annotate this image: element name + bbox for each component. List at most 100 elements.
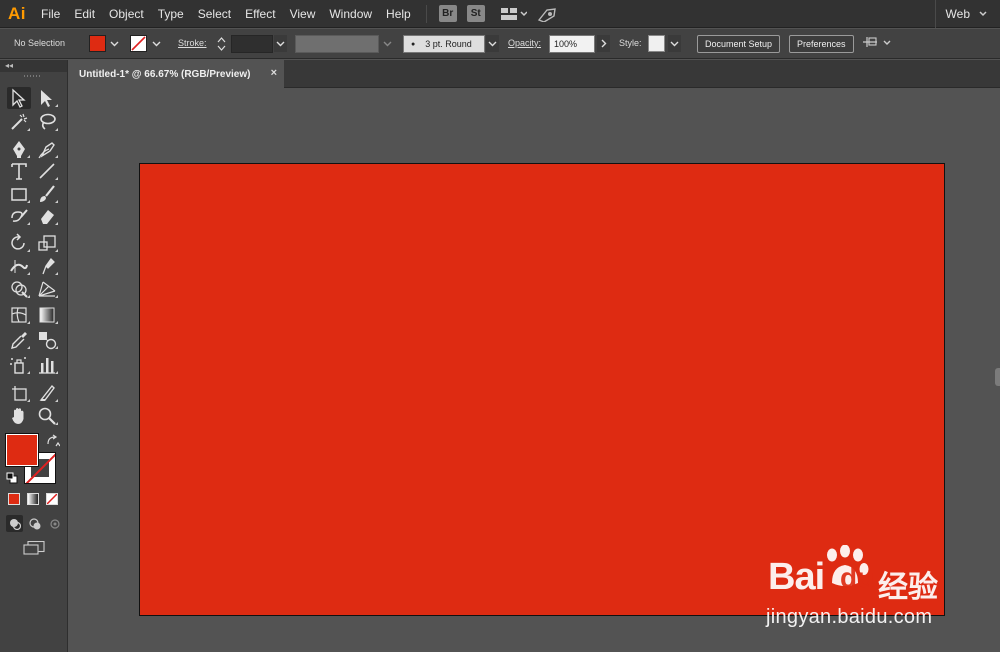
swap-fill-stroke-icon[interactable] (46, 434, 60, 448)
tool-group-indicator (27, 249, 30, 252)
tool-group-indicator (27, 371, 30, 374)
menu-help[interactable]: Help (379, 0, 418, 28)
stroke-weight-dropdown[interactable] (274, 35, 287, 52)
menu-window[interactable]: Window (322, 0, 379, 28)
menu-edit[interactable]: Edit (67, 0, 102, 28)
chevron-down-icon (383, 41, 392, 46)
gradient-mode-button[interactable] (27, 493, 39, 505)
stroke-swatch[interactable] (130, 35, 147, 52)
bridge-button[interactable]: Br (438, 5, 457, 22)
screen-mode-button[interactable] (22, 539, 46, 557)
shape-builder-tool[interactable] (7, 278, 31, 300)
type-tool[interactable] (7, 160, 31, 182)
perspective-grid-tool[interactable] (35, 278, 59, 300)
fill-color-box[interactable] (5, 433, 39, 467)
lasso-tool[interactable] (35, 111, 59, 133)
align-options-button[interactable] (863, 35, 891, 53)
blend-tool[interactable] (35, 329, 59, 351)
rotate-tool[interactable] (7, 232, 31, 254)
chevron-down-icon (110, 41, 119, 46)
paintbrush-tool[interactable] (35, 183, 59, 205)
watermark-brand: Bai (768, 556, 825, 598)
brush-definition-field[interactable]: ● 3 pt. Round (403, 35, 485, 53)
stock-button[interactable]: St (466, 5, 485, 22)
brush-dropdown[interactable] (486, 35, 499, 52)
selection-tool[interactable] (7, 87, 31, 109)
draw-inside-button[interactable] (46, 515, 63, 532)
menu-select[interactable]: Select (191, 0, 238, 28)
pen-icon (13, 141, 25, 158)
opacity-expand-arrow[interactable] (597, 35, 610, 52)
direct-selection-tool[interactable] (35, 87, 59, 109)
column-graph-icon (39, 358, 55, 374)
fill-dropdown-arrow[interactable] (108, 35, 121, 52)
zoom-tool[interactable] (35, 405, 59, 427)
brush-name: 3 pt. Round (425, 39, 472, 49)
default-fill-stroke-icon[interactable] (6, 472, 18, 484)
slice-tool[interactable] (35, 382, 59, 404)
gradient-tool[interactable] (35, 304, 59, 326)
tool-group-indicator (55, 249, 58, 252)
stepper-arrows-icon (217, 37, 226, 51)
mesh-tool[interactable] (7, 304, 31, 326)
puppet-warp-tool[interactable] (35, 255, 59, 277)
style-label: Style: (619, 38, 642, 48)
collapse-icon[interactable]: ◂◂ (5, 61, 13, 70)
mesh-icon (11, 307, 27, 323)
style-dropdown[interactable] (668, 35, 681, 52)
stroke-weight-stepper[interactable] (215, 35, 228, 53)
arrange-documents-icon (500, 7, 527, 20)
graphic-style-swatch[interactable] (648, 35, 665, 52)
arrange-documents-button[interactable] (500, 7, 527, 21)
align-to-icon (863, 37, 891, 47)
artboard-tool[interactable] (7, 382, 31, 404)
stroke-dropdown-arrow[interactable] (150, 35, 163, 52)
opacity-input[interactable]: 100% (549, 35, 595, 53)
stroke-label[interactable]: Stroke: (178, 38, 207, 48)
opacity-label[interactable]: Opacity: (508, 38, 541, 48)
rectangle-tool[interactable] (7, 183, 31, 205)
panel-grip[interactable] (0, 72, 67, 81)
hand-tool[interactable] (7, 405, 31, 427)
no-color-icon (47, 494, 57, 504)
selection-icon (12, 88, 26, 108)
preferences-button[interactable]: Preferences (789, 35, 854, 53)
stroke-weight-input[interactable] (231, 35, 273, 53)
menu-file[interactable]: File (34, 0, 67, 28)
curvature-tool[interactable] (35, 138, 59, 160)
gpu-performance-button[interactable] (537, 6, 557, 22)
shaper-tool[interactable] (7, 205, 31, 227)
menu-effect[interactable]: Effect (238, 0, 282, 28)
draw-normal-button[interactable] (6, 515, 23, 532)
workspace-switcher[interactable]: Web (934, 0, 1000, 28)
tool-group-indicator (55, 272, 58, 275)
width-tool[interactable] (7, 255, 31, 277)
menu-view[interactable]: View (283, 0, 323, 28)
lasso-icon (40, 113, 56, 130)
color-mode-button[interactable] (8, 493, 20, 505)
line-segment-tool[interactable] (35, 160, 59, 182)
document-setup-button[interactable]: Document Setup (697, 35, 781, 53)
tool-group-indicator (27, 399, 30, 402)
close-icon[interactable]: × (271, 67, 277, 79)
menu-type[interactable]: Type (151, 0, 191, 28)
variable-width-profile[interactable] (295, 35, 379, 53)
pen-tool[interactable] (7, 138, 31, 160)
draw-normal-icon (9, 518, 21, 530)
fill-swatch[interactable] (89, 35, 106, 52)
column-graph-tool[interactable] (35, 354, 59, 376)
symbol-sprayer-tool[interactable] (7, 354, 31, 376)
none-mode-button[interactable] (46, 493, 58, 505)
vertical-scroll-handle[interactable] (995, 368, 1000, 386)
eraser-tool[interactable] (35, 205, 59, 227)
profile-dropdown-arrow[interactable] (381, 35, 394, 52)
width-icon (10, 260, 28, 273)
scale-tool[interactable] (35, 232, 59, 254)
document-tab[interactable]: Untitled-1* @ 66.67% (RGB/Preview) × (70, 60, 284, 88)
eraser-icon (41, 210, 54, 224)
magic-wand-tool[interactable] (7, 111, 31, 133)
hand-icon (12, 408, 24, 424)
eyedropper-tool[interactable] (7, 329, 31, 351)
draw-behind-button[interactable] (26, 515, 43, 532)
menu-object[interactable]: Object (102, 0, 151, 28)
